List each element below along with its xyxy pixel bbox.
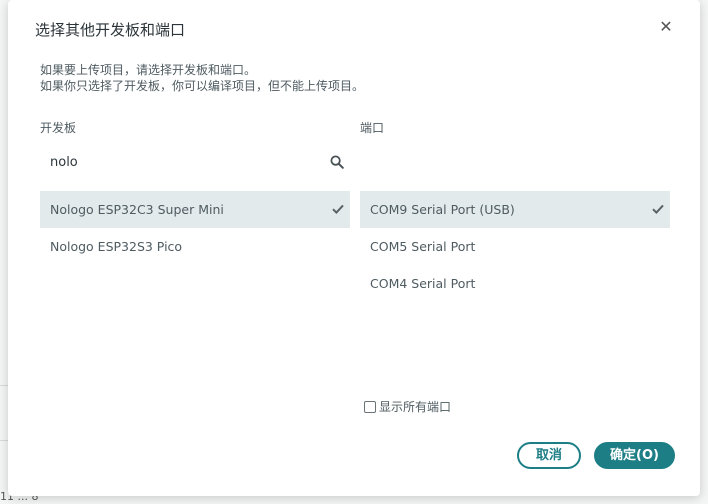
board-port-dialog: 选择其他开发板和端口 ✕ 如果要上传项目，请选择开发板和端口。 如果你只选择了开… [8, 0, 700, 496]
board-item[interactable]: Nologo ESP32S3 Pico [40, 228, 350, 265]
dialog-info: 如果要上传项目，请选择开发板和端口。 如果你只选择了开发板，你可以编译项目，但不… [40, 62, 364, 94]
info-line: 如果要上传项目，请选择开发板和端口。 [40, 63, 257, 77]
show-all-ports-checkbox[interactable] [364, 400, 376, 413]
board-list: Nologo ESP32C3 Super Mini Nologo ESP32S3… [40, 191, 350, 389]
port-item-label: COM4 Serial Port [370, 276, 476, 291]
search-icon[interactable] [330, 155, 344, 169]
port-list: COM9 Serial Port (USB) COM5 Serial Port … [360, 191, 670, 384]
info-line: 如果你只选择了开发板，你可以编译项目，但不能上传项目。 [40, 79, 365, 93]
check-icon [652, 204, 664, 215]
show-all-ports-toggle[interactable]: 显示所有端口 [364, 398, 451, 415]
dialog-title: 选择其他开发板和端口 [35, 21, 186, 39]
port-item-label: COM9 Serial Port (USB) [370, 202, 515, 217]
close-icon[interactable]: ✕ [658, 17, 674, 37]
cancel-button[interactable]: 取消 [517, 442, 581, 469]
check-icon [332, 204, 344, 215]
ok-button[interactable]: 确定(O) [594, 442, 675, 469]
board-item-label: Nologo ESP32S3 Pico [50, 239, 183, 254]
board-item-label: Nologo ESP32C3 Super Mini [50, 202, 224, 217]
show-all-ports-label: 显示所有端口 [379, 400, 452, 414]
port-item[interactable]: COM5 Serial Port [360, 228, 670, 265]
port-item-label: COM5 Serial Port [370, 239, 476, 254]
board-search [40, 144, 350, 180]
board-search-input[interactable] [40, 144, 320, 180]
port-item[interactable]: COM9 Serial Port (USB) [360, 191, 670, 228]
port-item[interactable]: COM4 Serial Port [360, 265, 670, 302]
boards-label: 开发板 [40, 121, 77, 135]
ports-label: 端口 [360, 121, 385, 135]
board-item[interactable]: Nologo ESP32C3 Super Mini [40, 191, 350, 228]
